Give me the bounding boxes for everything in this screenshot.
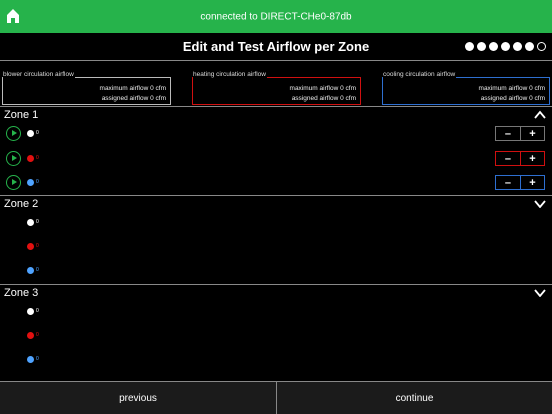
heating-airflow-stepper: – + — [495, 151, 545, 166]
progress-dot — [513, 42, 522, 51]
blower-dot — [27, 308, 34, 315]
play-icon[interactable] — [6, 126, 21, 141]
heating-max-airflow: maximum airflow 0 cfm — [289, 85, 356, 92]
previous-button[interactable]: previous — [0, 382, 276, 414]
continue-button[interactable]: continue — [276, 382, 552, 414]
blower-airflow-stepper: – + — [495, 126, 545, 141]
zone-panel-3: Zone 3 0 0 0 — [0, 284, 552, 373]
cooling-dot — [27, 267, 34, 274]
heating-circulation-box: heating circulation airflow maximum airf… — [192, 71, 361, 105]
decrement-button[interactable]: – — [496, 176, 520, 189]
blower-max-airflow: maximum airflow 0 cfm — [99, 85, 166, 92]
blower-dot — [27, 219, 34, 226]
zone-blower-value: 0 — [36, 130, 39, 136]
chevron-up-icon[interactable] — [534, 110, 546, 119]
cooling-dot — [27, 179, 34, 186]
increment-button[interactable]: + — [519, 176, 544, 189]
blower-dot — [27, 130, 34, 137]
heating-dot — [27, 243, 34, 250]
cooling-circulation-label: cooling circulation airflow — [383, 71, 457, 78]
progress-dot — [477, 42, 486, 51]
progress-dot — [501, 42, 510, 51]
increment-button[interactable]: + — [519, 127, 544, 140]
zone-panel-1: Zone 1 0 – + 0 – + 0 – + — [0, 106, 552, 195]
chevron-down-icon[interactable] — [534, 199, 546, 208]
zone-heating-value: 0 — [36, 243, 39, 249]
zone-title[interactable]: Zone 3 — [4, 287, 38, 299]
heating-circulation-label: heating circulation airflow — [193, 71, 267, 78]
zone-blower-value: 0 — [36, 308, 39, 314]
zone-cooling-value: 0 — [36, 356, 39, 362]
heating-assigned-airflow: assigned airflow 0 cfm — [291, 95, 356, 102]
blower-circulation-label: blower circulation airflow — [3, 71, 75, 78]
play-icon[interactable] — [6, 175, 21, 190]
zone-title[interactable]: Zone 1 — [4, 109, 38, 121]
cooling-dot — [27, 356, 34, 363]
decrement-button[interactable]: – — [496, 127, 520, 140]
page-header: Edit and Test Airflow per Zone — [0, 33, 552, 61]
decrement-button[interactable]: – — [496, 152, 520, 165]
zone-cooling-value: 0 — [36, 267, 39, 273]
cooling-airflow-stepper: – + — [495, 175, 545, 190]
blower-circulation-box: blower circulation airflow maximum airfl… — [2, 71, 171, 105]
play-icon[interactable] — [6, 151, 21, 166]
blower-assigned-airflow: assigned airflow 0 cfm — [101, 95, 166, 102]
progress-dot — [537, 42, 546, 51]
progress-dots — [465, 42, 546, 51]
increment-button[interactable]: + — [519, 152, 544, 165]
connection-status: connected to DIRECT-CHe0-87db — [200, 11, 352, 23]
progress-dot — [489, 42, 498, 51]
zone-blower-value: 0 — [36, 219, 39, 225]
cooling-max-airflow: maximum airflow 0 cfm — [478, 85, 545, 92]
zone-panel-2: Zone 2 0 0 0 — [0, 195, 552, 284]
cooling-circulation-box: cooling circulation airflow maximum airf… — [382, 71, 550, 105]
progress-dot-current — [525, 42, 534, 51]
footer-nav: previous continue — [0, 381, 552, 414]
zone-title[interactable]: Zone 2 — [4, 198, 38, 210]
heating-dot — [27, 332, 34, 339]
chevron-down-icon[interactable] — [534, 288, 546, 297]
progress-dot — [465, 42, 474, 51]
heating-dot — [27, 155, 34, 162]
zone-heating-value: 0 — [36, 155, 39, 161]
zone-heating-value: 0 — [36, 332, 39, 338]
cooling-assigned-airflow: assigned airflow 0 cfm — [480, 95, 545, 102]
status-bar: connected to DIRECT-CHe0-87db — [0, 0, 552, 33]
zone-cooling-value: 0 — [36, 179, 39, 185]
